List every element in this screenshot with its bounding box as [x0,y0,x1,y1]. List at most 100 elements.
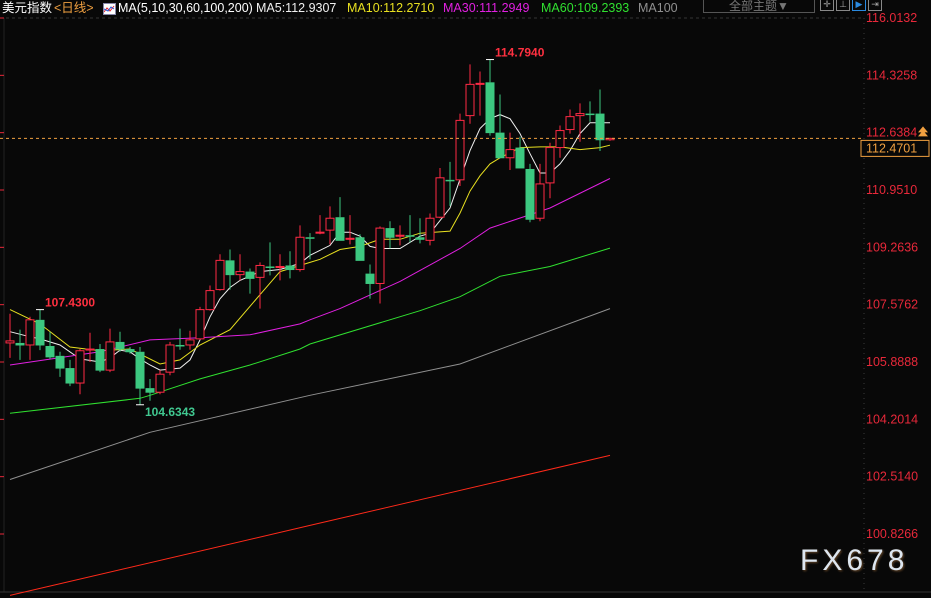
candle-body [335,217,345,241]
ma200-line [9,454,611,596]
ma60-line [9,247,611,414]
candle [255,262,265,309]
ma30-line [9,178,611,366]
candle-body [515,147,525,169]
theme-dropdown-button[interactable]: 全部主题▼ [703,0,815,13]
candle [355,234,365,261]
candle-body [265,266,275,269]
price-axis: 116.0132114.3258112.6384110.9510109.2636… [0,11,918,541]
candle-body [5,340,15,344]
ma5-value: MA5:112.9307 [256,1,337,15]
candle [235,254,245,281]
candle [45,331,55,359]
candle [245,268,255,294]
candle [535,163,545,222]
candle-body [405,235,415,237]
candle [205,285,215,311]
candle [465,64,475,124]
candle-body [65,368,75,384]
candle [515,136,525,169]
candle [285,251,295,279]
candle-body [445,179,455,182]
range-icon[interactable]: ⊥ [836,0,850,11]
candle-body [475,82,485,85]
candle-body [115,341,125,350]
candle-body [125,349,135,353]
y-tick-label: 109.2636 [866,240,918,254]
candle [85,332,95,362]
ma30-value: MA30:111.2949 [443,1,530,15]
candle-body [245,271,255,279]
ma-params: MA(5,10,30,60,100,200) [118,1,253,15]
crosshair-icon[interactable]: ✛ [820,0,834,11]
candle-body [375,227,385,284]
y-tick-label: 102.5140 [866,470,918,484]
ma100-value: MA100 [638,1,678,15]
candle [305,233,315,260]
y-tick-label: 105.8888 [866,355,918,369]
candle [585,101,595,122]
candle-body [275,265,285,269]
candle-body [285,265,295,271]
candle-body [495,132,505,159]
candle [225,249,235,290]
candle [195,306,205,340]
candle-body [135,351,145,389]
candle [545,142,555,199]
instrument-name[interactable]: 美元指数 [2,0,52,17]
candle-body [255,264,265,278]
candle-body [595,113,605,141]
candle [555,125,565,158]
candle [145,378,155,401]
watermark-logo: FX678 [800,544,909,577]
candle-body [525,168,535,220]
exit-icon[interactable]: ⇥ [868,0,882,11]
candle [185,330,195,350]
candle-body [105,341,115,371]
y-tick-label: 107.5762 [866,298,918,312]
candle-body [585,113,595,116]
candle [455,113,465,186]
candle-body [145,388,155,393]
candle-body [75,350,85,384]
candle [75,349,85,395]
chart-header: 美元指数 <日线> MA(5,10,30,60,100,200) MA5:112… [0,0,931,17]
y-tick-label: 100.8266 [866,527,918,541]
candle-body [545,147,555,184]
candle [95,343,105,373]
cursor-play-icon[interactable]: ▶ [852,0,866,11]
candle-body [435,177,445,218]
candle [325,206,335,245]
ma-chart-icon[interactable] [103,3,116,15]
up-arrow-icon [918,126,928,137]
candle [315,215,325,235]
candle-body [565,116,575,131]
candle [385,221,395,249]
candle [55,351,65,377]
candle-body [185,339,195,346]
candle-body [95,349,105,371]
candle-body [315,231,325,234]
period-label[interactable]: <日线> [54,0,94,17]
candle-body [485,82,495,134]
candle-body [325,217,335,231]
current-price-label: 112.4701 [866,141,917,155]
low-label: 104.6343 [145,405,195,419]
candle-body [225,260,235,276]
candle-body [165,344,175,373]
candle-body [425,217,435,241]
candle-body [345,237,355,240]
y-tick-label: 114.3258 [866,68,917,82]
candle-body [155,373,165,393]
candlestick-chart[interactable]: 116.0132114.3258112.6384110.9510109.2636… [0,0,931,598]
candle-body [305,237,315,239]
candle-body [35,319,45,346]
candle [125,347,135,354]
candle-body [15,342,25,346]
candle [35,309,45,351]
candle [495,94,505,159]
candle [65,359,75,387]
candle [105,328,115,373]
ma60-value: MA60:109.2393 [541,1,630,15]
high-label: 114.7940 [495,46,545,60]
